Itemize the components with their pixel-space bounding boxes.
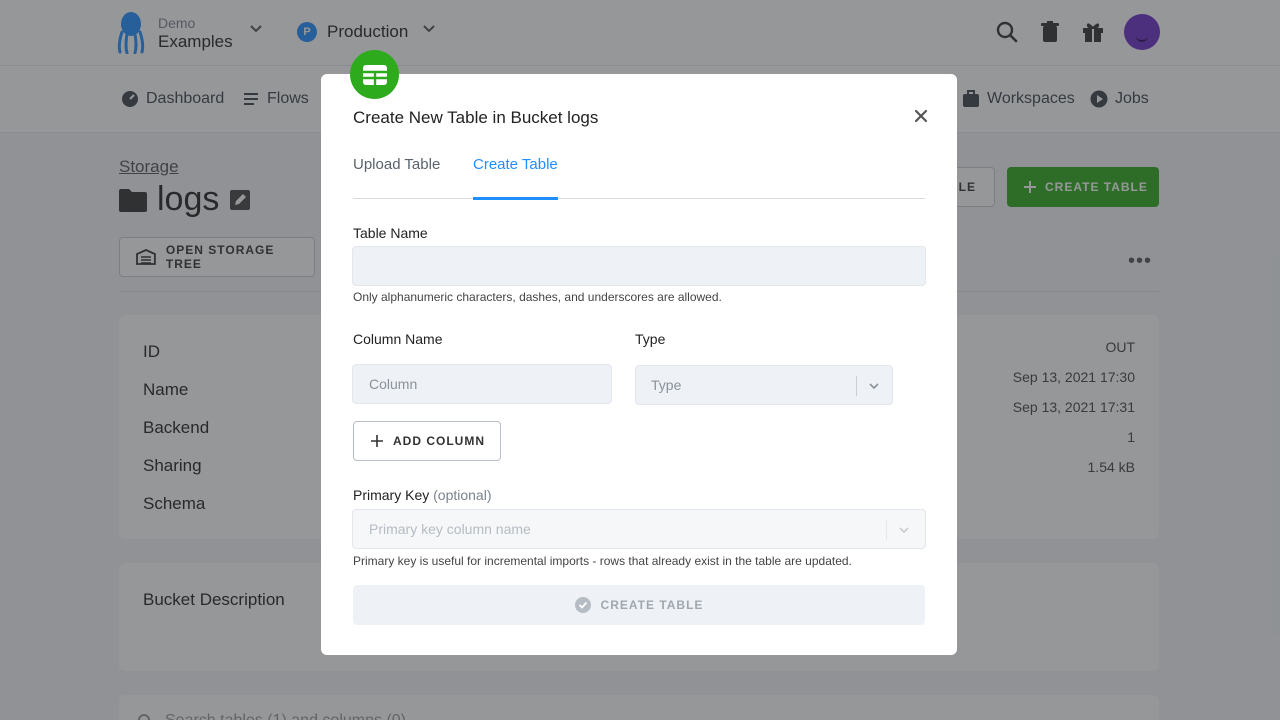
tab-upload-table[interactable]: Upload Table	[353, 156, 440, 199]
create-table-modal: Create New Table in Bucket logs Upload T…	[321, 74, 957, 655]
tab-create-table[interactable]: Create Table	[473, 156, 558, 200]
select-separator	[886, 520, 887, 540]
create-table-submit-label: CREATE TABLE	[600, 598, 704, 612]
primary-key-help: Primary key is useful for incremental im…	[353, 554, 852, 568]
modal-title: Create New Table in Bucket logs	[353, 108, 599, 127]
add-column-button[interactable]: ADD COLUMN	[353, 421, 501, 461]
modal-tabs: Upload Table Create Table	[353, 156, 925, 200]
table-badge-icon	[350, 50, 399, 99]
create-table-submit-button[interactable]: CREATE TABLE	[353, 585, 925, 625]
primary-key-label: Primary Key (optional)	[353, 487, 492, 503]
chevron-down-icon	[869, 383, 879, 390]
close-icon[interactable]	[913, 108, 929, 124]
primary-key-placeholder: Primary key column name	[369, 521, 531, 537]
type-label: Type	[635, 331, 666, 347]
table-name-input[interactable]	[352, 246, 926, 286]
type-placeholder: Type	[651, 377, 682, 393]
column-name-label: Column Name	[353, 331, 443, 347]
primary-key-title: Primary Key	[353, 487, 430, 503]
add-column-label: ADD COLUMN	[393, 434, 485, 448]
primary-key-select[interactable]: Primary key column name	[352, 509, 926, 549]
column-name-input[interactable]	[352, 364, 612, 404]
chevron-down-icon	[899, 527, 909, 534]
column-type-select[interactable]: Type	[635, 365, 893, 405]
table-name-help: Only alphanumeric characters, dashes, an…	[353, 290, 722, 304]
check-circle-icon	[574, 597, 591, 613]
plus-icon	[371, 435, 383, 447]
select-separator	[856, 376, 857, 396]
primary-key-optional: (optional)	[433, 487, 492, 503]
table-name-label: Table Name	[353, 225, 428, 241]
